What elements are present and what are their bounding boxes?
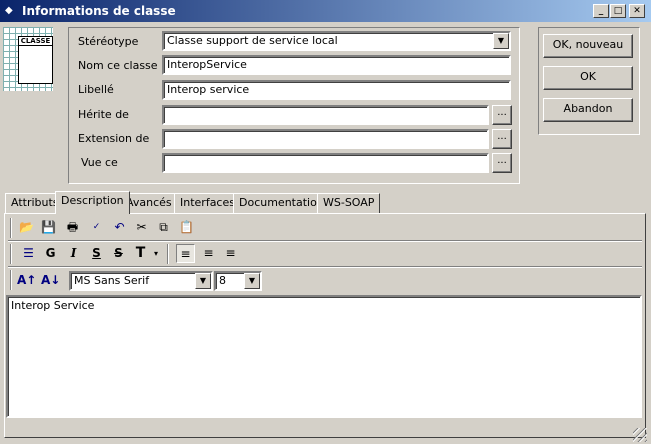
tab-documentation[interactable]: Documentation bbox=[233, 193, 330, 213]
description-editor[interactable]: Interop Service bbox=[6, 295, 642, 418]
ok-nouveau-button[interactable]: OK, nouveau bbox=[543, 34, 633, 58]
bullet-list-icon[interactable]: ☰ bbox=[19, 244, 38, 263]
text-color-icon[interactable]: T bbox=[131, 244, 150, 263]
extension-label: Extension de bbox=[78, 132, 150, 145]
resize-grip[interactable] bbox=[633, 428, 647, 442]
tab-ws-soap[interactable]: WS-SOAP bbox=[317, 193, 381, 213]
herite-label: Hérite de bbox=[78, 108, 129, 121]
extension-field[interactable] bbox=[162, 129, 489, 149]
italic-button[interactable]: I bbox=[64, 244, 83, 263]
print-icon[interactable]: 🖶 bbox=[63, 218, 82, 237]
spellcheck-icon[interactable]: ✓ bbox=[87, 218, 106, 237]
vue-browse-button[interactable]: ... bbox=[492, 153, 512, 173]
font-size-value: 8 bbox=[219, 274, 226, 287]
herite-browse-button[interactable]: ... bbox=[492, 105, 512, 125]
stereotype-dropdown-icon[interactable]: ▼ bbox=[493, 33, 509, 49]
open-icon[interactable]: 📂 bbox=[17, 218, 36, 237]
libelle-value: Interop service bbox=[167, 83, 250, 96]
cut-icon[interactable]: ✂ bbox=[132, 218, 151, 237]
maximize-button[interactable]: □ bbox=[610, 4, 626, 18]
font-name-value: MS Sans Serif bbox=[74, 274, 150, 287]
align-center-icon[interactable]: ≡ bbox=[199, 244, 218, 263]
grow-font-icon[interactable]: A↑ bbox=[17, 271, 36, 290]
app-icon: ◆ bbox=[5, 5, 13, 16]
shrink-font-icon[interactable]: A↓ bbox=[41, 271, 60, 290]
editor-text: Interop Service bbox=[11, 299, 95, 312]
vue-label: Vue ce bbox=[81, 156, 118, 169]
align-left-icon[interactable]: ≡ bbox=[176, 244, 195, 263]
toolbar-grip bbox=[10, 244, 12, 264]
stereotype-select[interactable]: Classe support de service local bbox=[162, 31, 511, 51]
close-button[interactable]: ✕ bbox=[629, 4, 645, 18]
toolbar-separator bbox=[167, 244, 169, 264]
tab-description[interactable]: Description bbox=[55, 191, 130, 214]
libelle-field[interactable]: Interop service bbox=[162, 80, 511, 100]
class-diagram-icon: CLASSE bbox=[3, 27, 53, 91]
copy-icon[interactable]: ⧉ bbox=[154, 218, 173, 237]
paste-icon[interactable]: 📋 bbox=[177, 218, 196, 237]
save-icon[interactable]: 💾 bbox=[39, 218, 58, 237]
toolbar-grip bbox=[10, 270, 12, 290]
stereotype-label: Stéréotype bbox=[78, 35, 139, 48]
vue-field[interactable] bbox=[162, 153, 489, 173]
nom-field[interactable]: InteropService bbox=[162, 55, 511, 75]
toolbar-divider bbox=[8, 266, 642, 268]
nom-label: Nom ce classe bbox=[78, 59, 158, 72]
stereotype-value: Classe support de service local bbox=[167, 34, 338, 47]
font-name-select[interactable]: MS Sans Serif bbox=[69, 271, 213, 291]
abandon-button[interactable]: Abandon bbox=[543, 98, 633, 122]
align-right-icon[interactable]: ≡ bbox=[221, 244, 240, 263]
undo-icon[interactable]: ↶ bbox=[110, 218, 129, 237]
font-size-dropdown-icon[interactable]: ▼ bbox=[244, 273, 260, 289]
minimize-button[interactable]: _ bbox=[593, 4, 609, 18]
text-color-dropdown-icon[interactable]: ▾ bbox=[150, 244, 162, 263]
herite-field[interactable] bbox=[162, 105, 489, 125]
libelle-label: Libellé bbox=[78, 83, 114, 96]
bold-button[interactable]: G bbox=[41, 244, 60, 263]
toolbar-grip bbox=[10, 218, 12, 238]
strike-button[interactable]: S bbox=[109, 244, 128, 263]
ok-button[interactable]: OK bbox=[543, 66, 633, 90]
underline-button[interactable]: S bbox=[87, 244, 106, 263]
class-icon-label: CLASSE bbox=[19, 37, 52, 46]
toolbar-divider bbox=[8, 240, 642, 242]
nom-value: InteropService bbox=[167, 58, 247, 71]
font-name-dropdown-icon[interactable]: ▼ bbox=[195, 273, 211, 289]
extension-browse-button[interactable]: ... bbox=[492, 129, 512, 149]
tab-interfaces[interactable]: Interfaces bbox=[174, 193, 241, 213]
window-title: Informations de classe bbox=[22, 4, 176, 18]
